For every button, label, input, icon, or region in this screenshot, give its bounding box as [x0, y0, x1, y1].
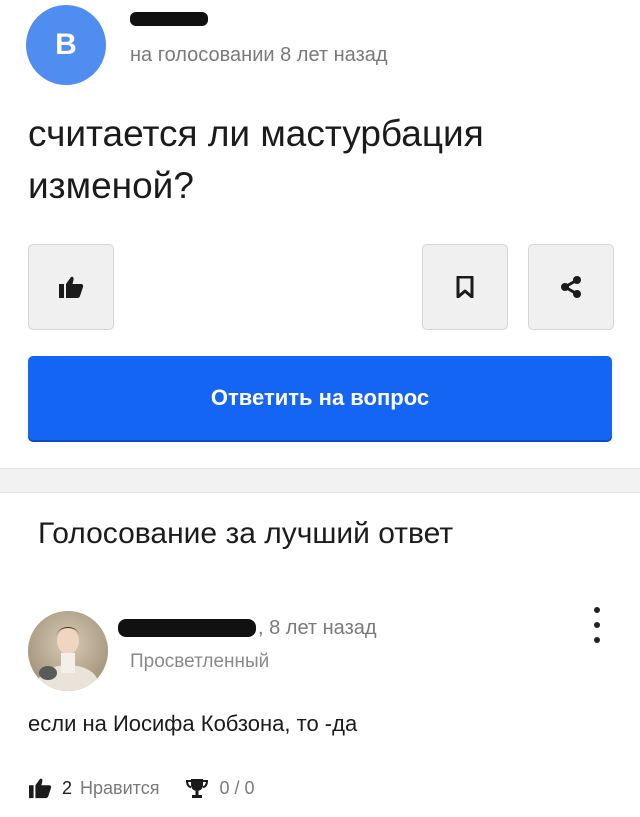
- like-question-button[interactable]: [28, 244, 114, 330]
- voting-heading: Голосование за лучший ответ: [38, 517, 454, 550]
- question-card: B на голосовании 8 лет назад считается л…: [0, 0, 640, 469]
- answer-author-avatar[interactable]: [28, 611, 108, 691]
- answer-author-name-redacted: [118, 619, 256, 637]
- thumbs-up-icon: [59, 276, 84, 298]
- likes-label[interactable]: Нравится: [80, 778, 159, 799]
- voting-section-header: Голосование за лучший ответ: [0, 492, 640, 584]
- trophy-icon[interactable]: [185, 777, 209, 799]
- author-avatar[interactable]: B: [26, 5, 106, 85]
- more-options-icon[interactable]: [585, 607, 609, 643]
- bookmark-button[interactable]: [422, 244, 508, 330]
- answer-text: если на Иосифа Кобзона, то -да: [28, 711, 358, 736]
- answer-question-button[interactable]: Ответить на вопрос: [28, 356, 612, 440]
- author-name-redacted: [130, 12, 208, 26]
- answer-actions: 2 Нравится 0 / 0: [28, 773, 254, 803]
- question-meta: на голосовании 8 лет назад: [130, 44, 388, 66]
- answer-meta: , 8 лет назад: [258, 617, 377, 639]
- bookmark-icon: [456, 276, 474, 298]
- best-answer-votes: 0 / 0: [219, 777, 255, 798]
- question-title: считается ли мастурбация изменой?: [28, 113, 484, 206]
- answer-card: , 8 лет назад Просветленный если на Иоси…: [0, 583, 640, 817]
- share-button[interactable]: [528, 244, 614, 330]
- like-answer-button[interactable]: [28, 777, 52, 799]
- author-rank: Просветленный: [130, 651, 270, 672]
- thumbs-up-icon: [29, 778, 52, 799]
- share-icon: [561, 276, 581, 298]
- likes-count: 2: [62, 777, 73, 798]
- avatar-photo: [28, 611, 108, 691]
